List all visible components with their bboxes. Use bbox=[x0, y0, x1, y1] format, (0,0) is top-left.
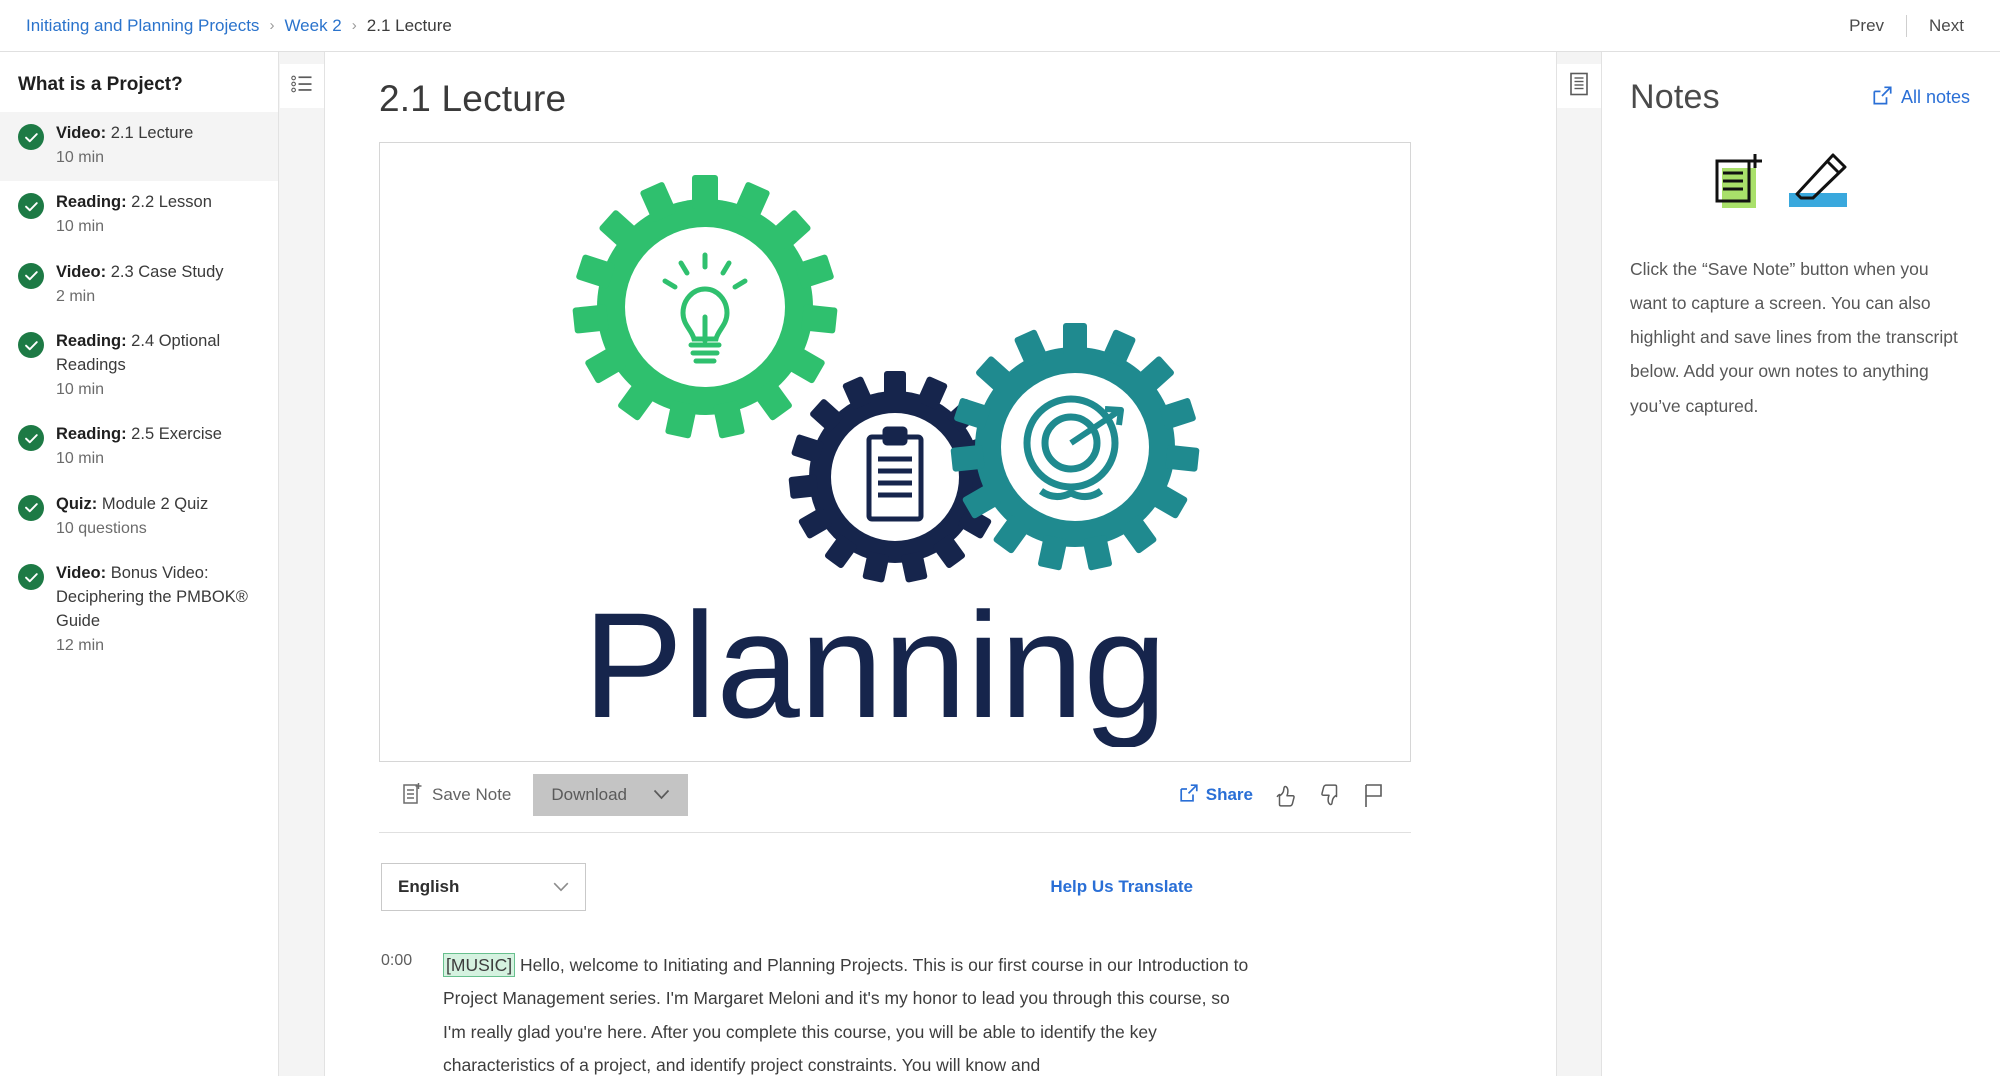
language-select[interactable]: English bbox=[381, 863, 586, 911]
flag-icon[interactable] bbox=[1363, 783, 1385, 808]
lesson-name: 2.3 Case Study bbox=[106, 262, 224, 281]
all-notes-link[interactable]: All notes bbox=[1873, 85, 1970, 110]
prev-button[interactable]: Prev bbox=[1843, 16, 1890, 36]
toggle-lesson-list-button[interactable] bbox=[279, 64, 324, 108]
lesson-kind: Quiz: bbox=[56, 494, 98, 513]
transcript-timestamp[interactable]: 0:00 bbox=[381, 949, 443, 1076]
check-circle-icon bbox=[18, 124, 44, 150]
sidebar-item-2-1-lecture[interactable]: Video: 2.1 Lecture 10 min bbox=[0, 112, 278, 182]
sidebar-item-2-2-lesson[interactable]: Reading: 2.2 Lesson 10 min bbox=[0, 181, 278, 250]
lesson-name: 2.5 Exercise bbox=[126, 425, 222, 444]
sidebar-item-2-5-exercise[interactable]: Reading: 2.5 Exercise 10 min bbox=[0, 413, 278, 482]
planning-gears-illustration: Planning bbox=[572, 175, 1200, 747]
sidebar-item-module-2-quiz[interactable]: Quiz: Module 2 Quiz 10 questions bbox=[0, 483, 278, 552]
list-view-icon bbox=[290, 74, 313, 99]
thumbs-up-icon[interactable] bbox=[1273, 783, 1298, 808]
sidebar-section-title: What is a Project? bbox=[18, 74, 183, 95]
notes-toggle-rail bbox=[1556, 52, 1602, 1076]
save-note-illustration-icon bbox=[1713, 151, 1771, 218]
video-player[interactable]: Planning bbox=[379, 142, 1411, 762]
notes-title: Notes bbox=[1630, 78, 1720, 116]
notes-document-icon bbox=[1569, 72, 1589, 101]
check-circle-icon bbox=[18, 332, 44, 359]
check-circle-icon bbox=[18, 193, 44, 220]
lesson-kind: Reading: bbox=[56, 425, 127, 444]
lecture-content: 2.1 Lecture Planning Save Note Download … bbox=[325, 52, 1556, 1076]
sidebar-item-2-3-case-study[interactable]: Video: 2.3 Case Study 2 min bbox=[0, 251, 278, 320]
share-label: Share bbox=[1205, 785, 1253, 804]
notes-illustration bbox=[1630, 151, 1970, 218]
breadcrumb-item-current: 2.1 Lecture bbox=[366, 15, 452, 35]
lesson-duration: 10 min bbox=[56, 218, 105, 236]
breadcrumb-separator-icon: › bbox=[351, 17, 357, 34]
notes-header: Notes All notes bbox=[1630, 78, 1970, 117]
notes-description: Click the “Save Note” button when you wa… bbox=[1630, 259, 1958, 416]
help-us-translate-link[interactable]: Help Us Translate bbox=[1050, 877, 1193, 897]
lesson-kind: Reading: bbox=[56, 193, 127, 212]
download-label: Download bbox=[551, 785, 627, 804]
breadcrumb-item-week[interactable]: Week 2 bbox=[284, 16, 341, 36]
note-add-icon bbox=[403, 782, 422, 809]
transcript-controls: English Help Us Translate bbox=[379, 833, 1411, 911]
breadcrumb-separator-icon: › bbox=[269, 17, 275, 34]
nav-divider bbox=[1906, 14, 1908, 37]
lesson-duration: 12 min bbox=[56, 636, 105, 654]
lesson-duration: 2 min bbox=[56, 287, 96, 305]
all-notes-label: All notes bbox=[1900, 87, 1970, 107]
lesson-question-count: 10 questions bbox=[56, 519, 147, 537]
thumbs-down-icon[interactable] bbox=[1318, 783, 1343, 808]
lesson-name: 2.2 Lesson bbox=[126, 193, 212, 212]
external-link-icon bbox=[1873, 85, 1892, 110]
sidebar-item-bonus-video[interactable]: Video: Bonus Video: Deciphering the PMBO… bbox=[0, 552, 278, 669]
notes-panel: Notes All notes Click the “Save Note” bu… bbox=[1602, 52, 2000, 1076]
lesson-kind: Video: bbox=[56, 564, 107, 583]
transcript-music-tag: [MUSIC] bbox=[443, 953, 516, 977]
lesson-kind: Video: bbox=[56, 124, 107, 142]
next-button[interactable]: Next bbox=[1923, 16, 1970, 36]
lesson-duration: 10 min bbox=[56, 450, 105, 468]
transcript-body-text: Hello, welcome to Initiating and Plannin… bbox=[443, 955, 1249, 1075]
lesson-pagination: Prev Next bbox=[1843, 14, 1974, 37]
lesson-name: Module 2 Quiz bbox=[97, 494, 209, 513]
chevron-down-icon bbox=[553, 877, 569, 897]
external-link-icon bbox=[1180, 783, 1198, 807]
breadcrumb-item-course[interactable]: Initiating and Planning Projects bbox=[26, 16, 259, 36]
video-actions: Share bbox=[1180, 783, 1407, 808]
chevron-down-icon bbox=[653, 785, 670, 805]
video-toolbar: Save Note Download Share bbox=[379, 762, 1411, 833]
lesson-kind: Video: bbox=[56, 262, 107, 281]
check-circle-icon bbox=[18, 564, 44, 591]
lesson-name: 2.1 Lecture bbox=[106, 124, 194, 142]
check-circle-icon bbox=[18, 262, 44, 289]
lesson-duration: 10 min bbox=[56, 148, 105, 166]
check-circle-icon bbox=[18, 425, 44, 452]
transcript-block[interactable]: 0:00 [MUSIC] Hello, welcome to Initiatin… bbox=[379, 911, 1411, 1076]
save-note-label: Save Note bbox=[432, 785, 512, 804]
top-navigation-bar: Initiating and Planning Projects › Week … bbox=[0, 0, 2000, 52]
lesson-duration: 10 min bbox=[56, 380, 105, 398]
language-value: English bbox=[398, 877, 460, 896]
page-title: 2.1 Lecture bbox=[379, 78, 567, 119]
download-button[interactable]: Download bbox=[533, 774, 688, 816]
save-note-button[interactable]: Save Note bbox=[383, 776, 521, 815]
lesson-sidebar: What is a Project? Video: 2.1 Lecture 10… bbox=[0, 52, 279, 1076]
sidebar-toggle-rail bbox=[279, 52, 325, 1076]
share-button[interactable]: Share bbox=[1180, 783, 1253, 807]
check-circle-icon bbox=[18, 494, 44, 521]
highlighter-illustration-icon bbox=[1787, 151, 1853, 218]
lesson-kind: Reading: bbox=[56, 332, 127, 351]
transcript-text[interactable]: [MUSIC] Hello, welcome to Initiating and… bbox=[443, 949, 1253, 1076]
breadcrumb: Initiating and Planning Projects › Week … bbox=[26, 16, 452, 36]
planning-wordmark: Planning bbox=[583, 581, 1167, 747]
toggle-notes-panel-button[interactable] bbox=[1557, 64, 1601, 108]
sidebar-item-2-4-optional-readings[interactable]: Reading: 2.4 Optional Readings 10 min bbox=[0, 320, 278, 413]
